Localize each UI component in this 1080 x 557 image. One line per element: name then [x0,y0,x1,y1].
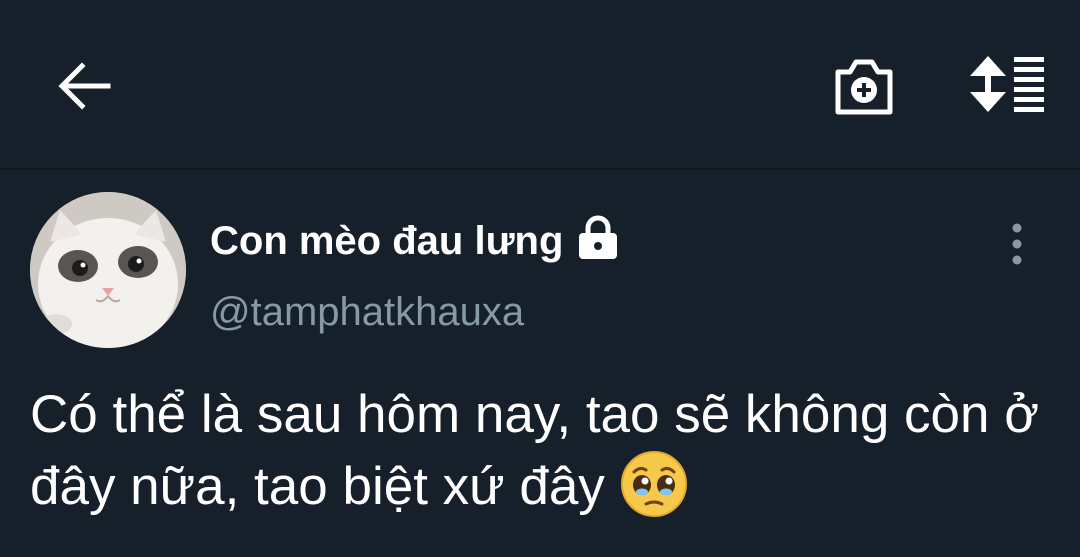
avatar[interactable] [30,192,186,348]
sort-button[interactable] [968,54,1048,114]
lock-icon [579,215,618,259]
more-vertical-icon [1012,223,1022,265]
display-name-row: Con mèo đau lưng [210,215,621,266]
top-app-bar [0,0,1080,170]
camera-button[interactable] [832,56,896,116]
tweet-text: Có thể là sau hôm nay, tao sẽ không còn … [30,380,1060,522]
camera-plus-icon [835,59,893,115]
more-options-button[interactable] [1002,222,1032,266]
pleading-face-emoji [620,451,687,517]
cat-avatar-image [30,192,186,348]
tweet-text-content: Có thể là sau hôm nay, tao sẽ không còn … [30,385,1039,516]
display-name[interactable]: Con mèo đau lưng [210,219,563,264]
sort-lines-icon [970,56,1044,112]
user-handle[interactable]: @tamphatkhauxa [210,290,524,335]
arrow-left-icon [58,62,111,110]
back-button[interactable] [56,58,112,114]
tweet: Con mèo đau lưng @tamphatkhauxa Có thể l… [0,170,1080,557]
